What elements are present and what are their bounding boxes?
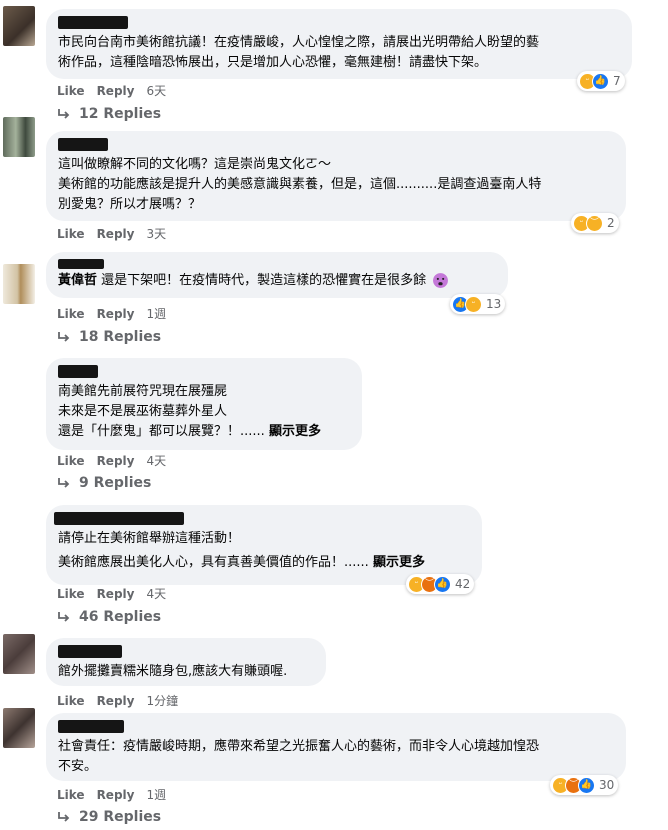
comment-timestamp[interactable]: 1週 [146,305,166,322]
comment-actions: Like Reply 3天 [57,225,166,242]
reaction-summary[interactable]: 👍 ᵕ 13 [450,294,506,314]
replies-count-label: 29 Replies [79,809,162,825]
commenter-name-redacted[interactable] [58,645,122,658]
comment-text-row: 美術館應展出美化人心，具有真善美價值的作品！...... 顯示更多 [58,553,470,573]
comment-text-line: 未來是不是展巫術墓葬外星人 [58,404,228,419]
comment-timestamp[interactable]: 1分鐘 [146,692,178,709]
comment-text-line: 社會責任：疫情嚴峻時期，應帶來希望之光振奮人心的藝術，而非令人心境越加惶恐 [58,739,540,754]
reaction-count: 7 [613,74,621,88]
comment-timestamp[interactable]: 1週 [146,786,166,803]
comment-text-line: 館外擺攤賣糯米隨身包,應該大有賺頭喔. [58,664,288,679]
sad-reaction-icon: ︶ [586,214,603,232]
commenter-name-redacted[interactable] [58,365,98,378]
view-replies-link[interactable]: 12 Replies [57,106,161,122]
comment-text-line: 術作品，這種陰暗恐怖展出，只是增加人心恐懼，毫無建樹！請盡快下架。 [58,55,488,70]
reply-arrow-icon [58,478,70,488]
comment-actions: Like Reply 1週 [57,305,166,322]
reaction-count: 2 [607,216,615,230]
comment-actions: Like Reply 6天 [57,82,166,99]
like-button[interactable]: Like [57,454,85,468]
like-button[interactable]: Like [57,227,85,241]
avatar[interactable] [3,117,35,157]
reaction-summary[interactable]: ᵕ ︶ 👍 30 [550,775,619,795]
reply-arrow-icon [58,612,70,622]
reply-button[interactable]: Reply [97,307,135,321]
replies-count-label: 46 Replies [79,609,162,625]
reply-button[interactable]: Reply [97,227,135,241]
reply-arrow-icon [58,109,70,119]
like-reaction-icon: 👍 [592,72,609,90]
reaction-summary[interactable]: ᵕ 👍 7 [577,71,625,91]
comment-timestamp[interactable]: 3天 [146,225,166,242]
commenter-name[interactable]: 黃偉哲 [58,273,97,288]
like-button[interactable]: Like [57,307,85,321]
like-reaction-icon: 👍 [434,575,451,593]
reply-arrow-icon [58,332,70,342]
comment-actions: Like Reply 4天 [57,585,166,602]
haha-reaction-icon: ᵕ [465,295,482,313]
comment-bubble: 這叫做瞭解不同的文化嗎？這是崇尚鬼文化ㄛ～ 美術館的功能應該是提升人的美感意識與… [46,131,626,221]
replies-count-label: 9 Replies [79,475,152,491]
reaction-count: 13 [486,297,502,311]
like-reaction-icon: 👍 [578,776,595,794]
comment-actions: Like Reply 4天 [57,452,166,469]
avatar[interactable] [3,6,35,46]
view-replies-link[interactable]: 18 Replies [57,329,161,345]
commenter-name-redacted[interactable] [58,720,124,733]
reply-button[interactable]: Reply [97,587,135,601]
comment-text-line: 還是「什麼鬼」都可以展覽？！...... [58,424,265,439]
commenter-name-redacted[interactable] [54,512,184,525]
comment-text-row: 還是「什麼鬼」都可以展覽？！...... 顯示更多 [58,422,350,442]
comment-text-line: 還是下架吧！在疫情時代，製造這樣的恐懼實在是很多餘 [101,273,427,288]
comment-timestamp[interactable]: 4天 [146,452,166,469]
reply-button[interactable]: Reply [97,454,135,468]
comment-bubble: 請停止在美術館舉辦這種活動！ 美術館應展出美化人心，具有真善美價值的作品！...… [46,505,482,585]
comment-timestamp[interactable]: 4天 [146,585,166,602]
comment-bubble: 館外擺攤賣糯米隨身包,應該大有賺頭喔. [46,638,326,686]
comment-bubble: 南美館先前展符咒現在展殭屍 未來是不是展巫術墓葬外星人 還是「什麼鬼」都可以展覽… [46,358,362,450]
commenter-name-redacted[interactable] [58,16,128,29]
reply-arrow-icon [58,812,70,822]
reply-button[interactable]: Reply [97,788,135,802]
like-button[interactable]: Like [57,694,85,708]
comment-bubble: 黃偉哲 還是下架吧！在疫情時代，製造這樣的恐懼實在是很多餘 [46,252,508,298]
reaction-summary[interactable]: ᵕ ︶ 👍 42 [406,574,475,594]
reaction-count: 30 [599,778,615,792]
comment-timestamp[interactable]: 6天 [146,82,166,99]
reaction-count: 42 [455,577,471,591]
comment-text-line: 這叫做瞭解不同的文化嗎？這是崇尚鬼文化ㄛ～ [58,157,332,172]
comment-text-line: 不安。 [58,759,98,774]
view-replies-link[interactable]: 29 Replies [57,809,161,825]
wow-face-emoji-icon [433,273,449,288]
comment-text-line: 別愛鬼？所以才展嗎？？ [58,197,202,212]
comment-actions: Like Reply 1分鐘 [57,692,178,709]
like-button[interactable]: Like [57,587,85,601]
comment-actions: Like Reply 1週 [57,786,166,803]
reaction-summary[interactable]: ᵕ ︶ 2 [571,213,619,233]
see-more-link[interactable]: 顯示更多 [373,555,425,570]
reply-button[interactable]: Reply [97,694,135,708]
avatar[interactable] [3,634,35,674]
commenter-avatar-redacted-strip [58,259,104,269]
comment-text-row: 黃偉哲 還是下架吧！在疫情時代，製造這樣的恐懼實在是很多餘 [58,271,496,291]
view-replies-link[interactable]: 46 Replies [57,609,161,625]
comment-text-line: 南美館先前展符咒現在展殭屍 [58,384,228,399]
comment-text-line: 美術館的功能應該是提升人的美感意識與素養，但是，這個..........是調查過… [58,177,542,192]
replies-count-label: 12 Replies [79,106,162,122]
comment-text-line: 美術館應展出美化人心，具有真善美價值的作品！...... [58,555,369,570]
comment-text-line: 市民向台南市美術館抗議！在疫情嚴峻，人心惶惶之際，請展出光明帶給人盼望的藝 [58,35,540,50]
comment-text-line: 請停止在美術館舉辦這種活動！ [58,531,241,546]
commenter-name-redacted[interactable] [58,138,108,151]
like-button[interactable]: Like [57,788,85,802]
see-more-link[interactable]: 顯示更多 [269,424,321,439]
comment-bubble: 社會責任：疫情嚴峻時期，應帶來希望之光振奮人心的藝術，而非令人心境越加惶恐 不安… [46,713,626,781]
avatar[interactable] [3,264,35,304]
comment-bubble: 市民向台南市美術館抗議！在疫情嚴峻，人心惶惶之際，請展出光明帶給人盼望的藝 術作… [46,9,632,79]
avatar[interactable] [3,708,35,748]
reply-button[interactable]: Reply [97,84,135,98]
replies-count-label: 18 Replies [79,329,162,345]
like-button[interactable]: Like [57,84,85,98]
view-replies-link[interactable]: 9 Replies [57,475,151,491]
